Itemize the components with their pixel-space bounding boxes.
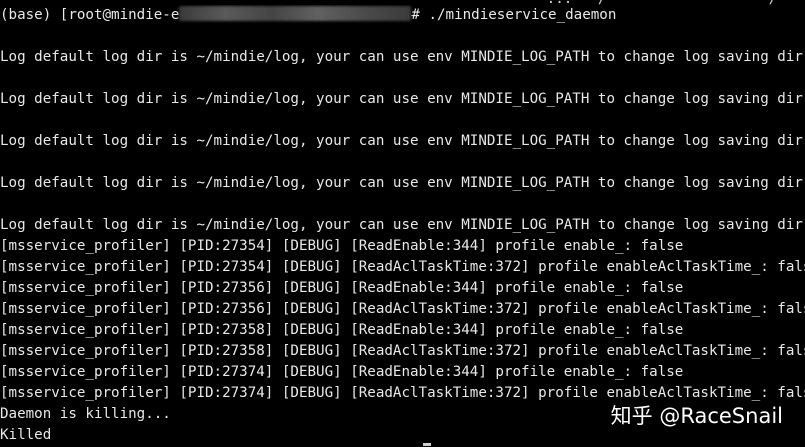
output-line: [msservice_profiler] [PID:27358] [DEBUG]… [0,343,805,359]
terminal-window[interactable]: ... / / / (base) [root@mindie-e# ./mindi… [0,0,805,447]
redacted-hostname [179,6,412,21]
output-line: [msservice_profiler] [PID:27358] [DEBUG]… [0,322,684,338]
output-line: Log default log dir is ~/mindie/log, you… [0,133,805,149]
output-line: Log default log dir is ~/mindie/log, you… [0,175,805,191]
prompt-command: # ./mindieservice_daemon [411,7,617,23]
output-line: Log default log dir is ~/mindie/log, you… [0,217,805,233]
output-line: [msservice_profiler] [PID:27374] [DEBUG]… [0,385,805,401]
output-line: [msservice_profiler] [PID:27356] [DEBUG]… [0,301,805,317]
prompt-prefix: (base) [root@mindie-e [0,7,180,23]
watermark-text: 知乎 @RaceSnail [610,404,783,428]
command-line: (base) [root@mindie-e # ./mindieservice_d… [0,5,805,26]
cursor-mark [423,443,431,446]
output-line: Log default log dir is ~/mindie/log, you… [0,91,805,107]
output-line: [msservice_profiler] [PID:27354] [DEBUG]… [0,259,805,275]
output-line: Log default log dir is ~/mindie/log, you… [0,49,805,65]
output-line: [msservice_profiler] [PID:27354] [DEBUG]… [0,238,684,254]
output-line: [msservice_profiler] [PID:27356] [DEBUG]… [0,280,684,296]
output-line: [msservice_profiler] [PID:27374] [DEBUG]… [0,364,684,380]
